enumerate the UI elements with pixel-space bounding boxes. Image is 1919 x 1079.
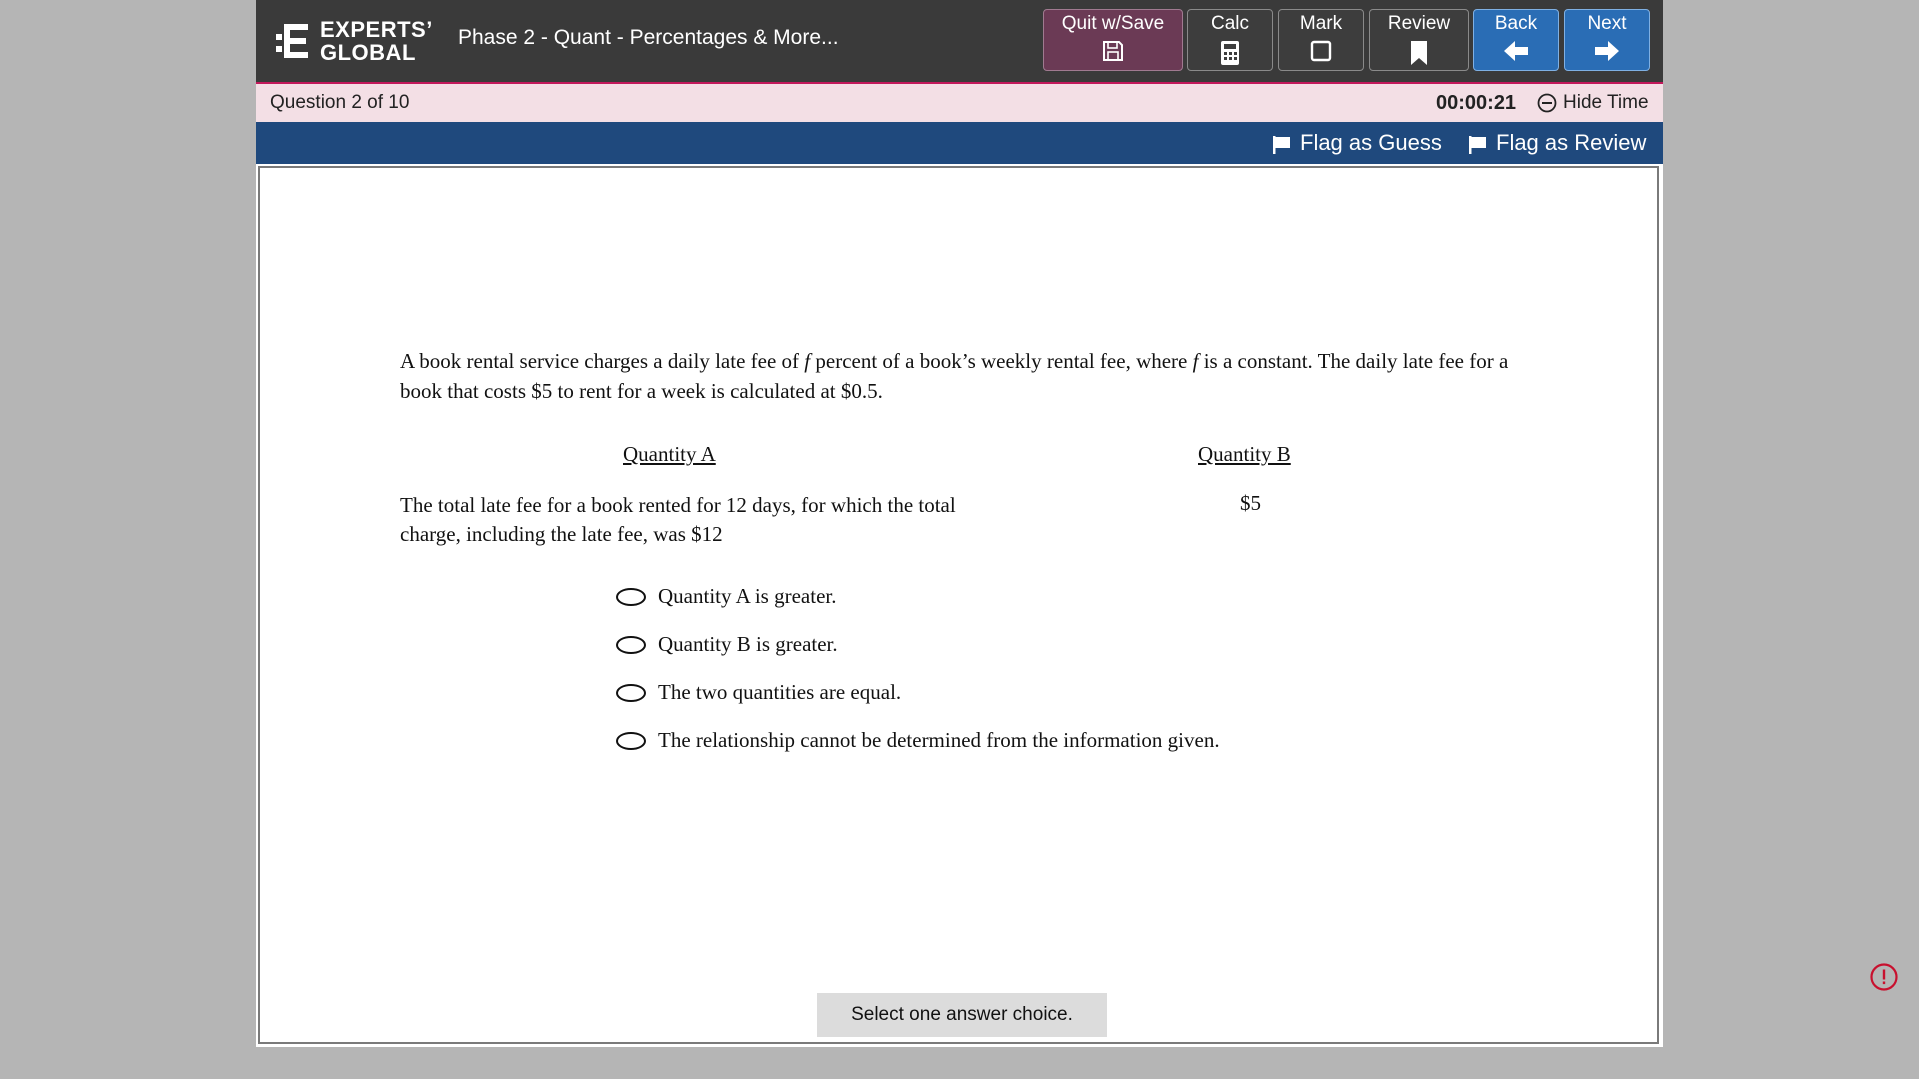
stem-part-1: A book rental service charges a daily la… (400, 349, 805, 373)
next-button[interactable]: Next (1564, 9, 1650, 71)
quit-save-button[interactable]: Quit w/Save (1043, 9, 1183, 71)
answer-choice-d[interactable]: The relationship cannot be determined fr… (616, 726, 1316, 756)
quantity-b-text: $5 (1240, 491, 1261, 515)
stem-part-2: percent of a book’s weekly rental fee, w… (810, 349, 1193, 373)
flag-as-guess-label: Flag as Guess (1300, 130, 1442, 155)
logo-mark-icon (276, 24, 308, 58)
answer-choice-b[interactable]: Quantity B is greater. (616, 630, 1316, 660)
exam-window: EXPERTS’ GLOBAL Phase 2 - Quant - Percen… (256, 0, 1663, 1047)
arrow-left-icon (1504, 41, 1528, 61)
exam-title: Phase 2 - Quant - Percentages & More... (458, 26, 839, 49)
flag-as-review-label: Flag as Review (1496, 130, 1647, 155)
flag-as-review-button[interactable]: Flag as Review (1468, 130, 1653, 158)
choice-label: The relationship cannot be determined fr… (658, 728, 1220, 752)
flag-icon (1469, 136, 1486, 154)
calculator-icon (1221, 41, 1239, 65)
calc-label: Calc (1210, 13, 1249, 34)
radio-button[interactable] (616, 684, 646, 702)
logo-text: EXPERTS’ GLOBAL (320, 18, 433, 64)
back-label: Back (1494, 13, 1538, 34)
radio-button[interactable] (616, 588, 646, 606)
radio-button[interactable] (616, 636, 646, 654)
question-stem: A book rental service charges a daily la… (400, 346, 1530, 406)
logo-line-1: EXPERTS’ (320, 17, 433, 42)
select-hint: Select one answer choice. (817, 993, 1107, 1037)
choice-label: Quantity B is greater. (658, 632, 838, 656)
info-bar: Question 2 of 10 00:00:21 Hide Time (256, 84, 1663, 122)
arrow-right-icon (1595, 41, 1619, 61)
choice-label: Quantity A is greater. (658, 584, 837, 608)
save-icon (1103, 41, 1123, 61)
logo-line-2: GLOBAL (320, 40, 416, 65)
review-button[interactable]: Review (1369, 9, 1469, 71)
checkbox-icon (1310, 40, 1332, 62)
radio-button[interactable] (616, 732, 646, 750)
alert-circle-icon[interactable] (1869, 962, 1899, 992)
answer-choice-c[interactable]: The two quantities are equal. (616, 678, 1316, 708)
answer-choice-a[interactable]: Quantity A is greater. (616, 582, 1316, 612)
quantity-a-text: The total late fee for a book rented for… (400, 493, 956, 546)
logo: EXPERTS’ GLOBAL (276, 18, 432, 66)
quantity-a-heading: Quantity A (623, 442, 716, 466)
flag-bar: Flag as Guess Flag as Review (256, 122, 1663, 164)
calc-button[interactable]: Calc (1187, 9, 1273, 71)
review-label: Review (1387, 13, 1451, 34)
flag-icon (1273, 136, 1290, 154)
next-label: Next (1587, 13, 1627, 34)
bookmark-icon (1411, 41, 1427, 65)
question-counter: Question 2 of 10 (270, 92, 410, 113)
mark-label: Mark (1299, 13, 1343, 34)
minus-circle-icon (1537, 93, 1557, 113)
quantity-b-heading: Quantity B (1198, 442, 1291, 466)
timer: 00:00:21 (1436, 92, 1517, 114)
choice-label: The two quantities are equal. (658, 680, 902, 704)
top-bar: EXPERTS’ GLOBAL Phase 2 - Quant - Percen… (256, 0, 1663, 84)
question-panel: A book rental service charges a daily la… (258, 166, 1659, 1044)
back-button[interactable]: Back (1473, 9, 1559, 71)
flag-as-guess-button[interactable]: Flag as Guess (1272, 130, 1444, 158)
hide-time-label: Hide Time (1563, 92, 1649, 113)
quit-save-label: Quit w/Save (1061, 13, 1165, 34)
mark-button[interactable]: Mark (1278, 9, 1364, 71)
